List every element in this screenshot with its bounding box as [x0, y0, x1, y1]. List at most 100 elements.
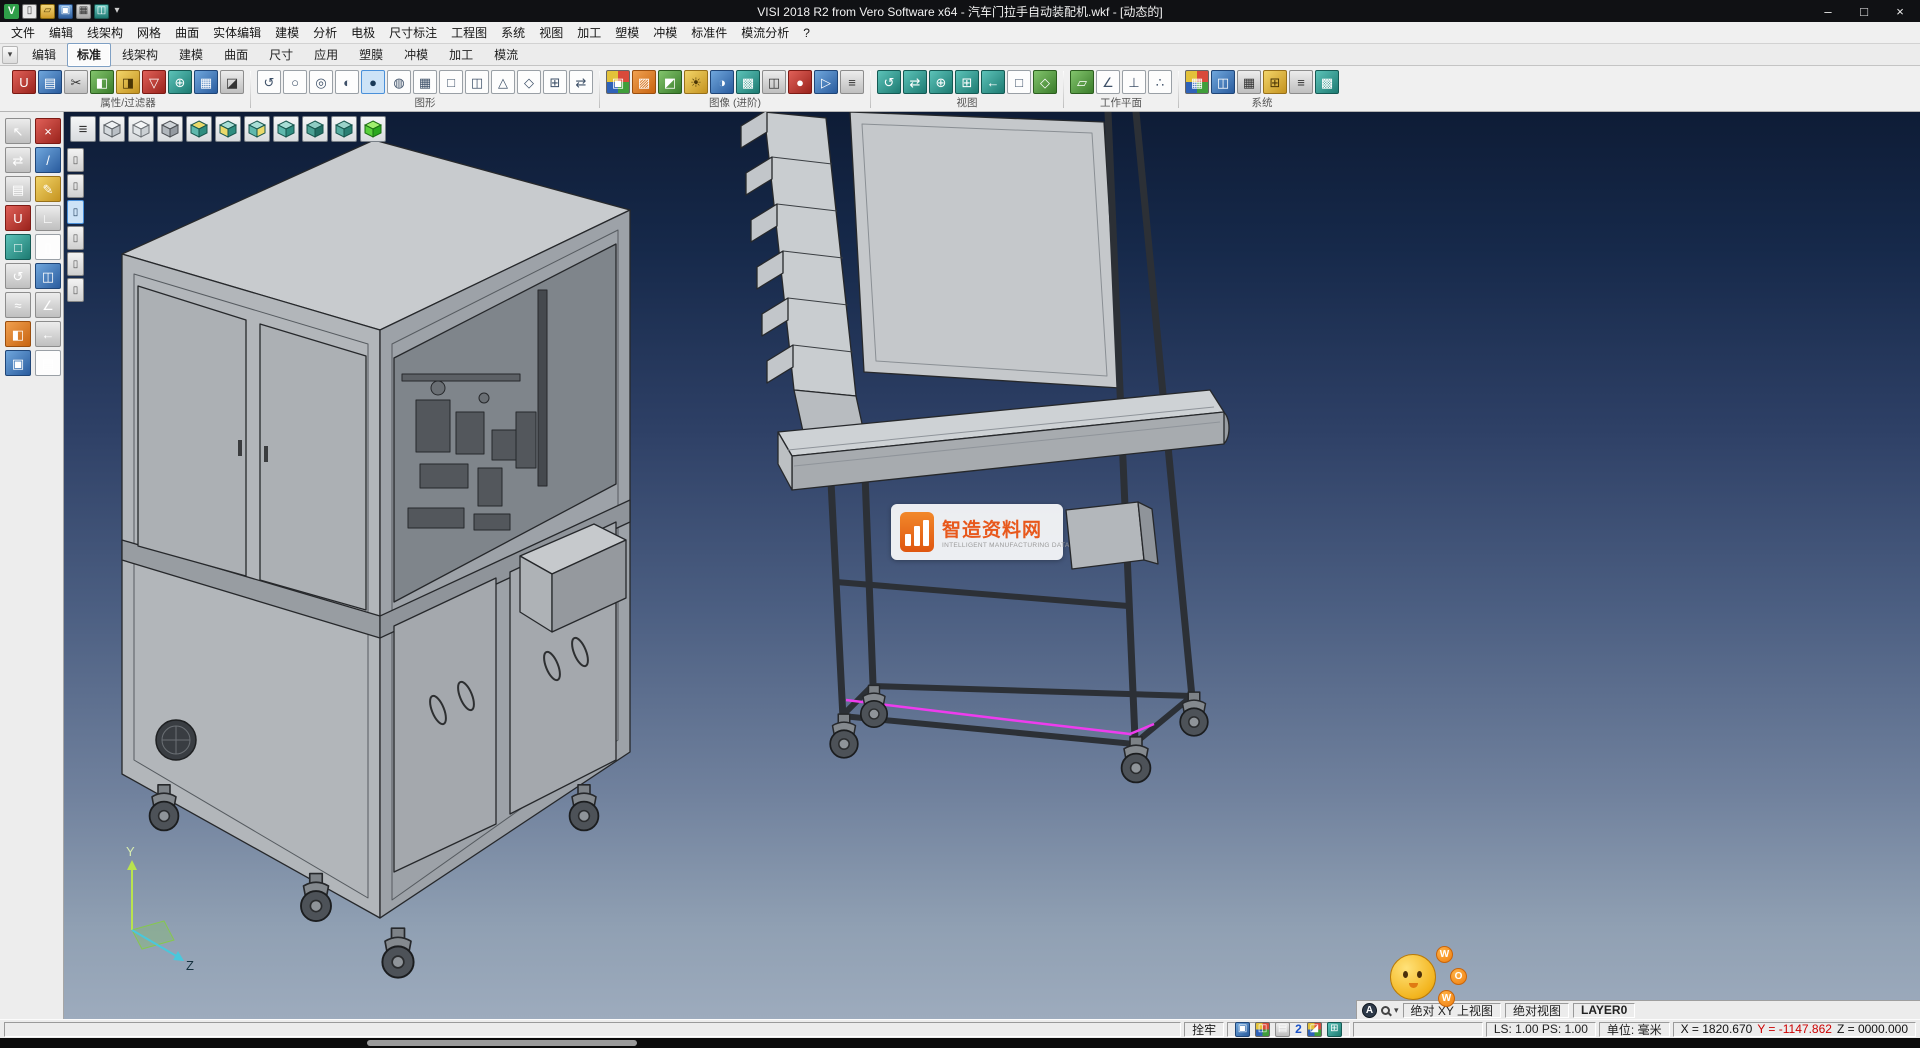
shadow-icon[interactable]: ◑: [710, 70, 734, 94]
new-file-icon[interactable]: ▯: [22, 4, 37, 19]
texture-icon[interactable]: ▨: [632, 70, 656, 94]
mesh-display-icon[interactable]: ▦: [413, 70, 437, 94]
menu-item-help[interactable]: ?: [796, 24, 817, 42]
image-options-icon[interactable]: ≡: [840, 70, 864, 94]
save-status-icon[interactable]: ▣: [1235, 1022, 1250, 1037]
system-colors-icon[interactable]: ▦: [1185, 70, 1209, 94]
machine-enclosure[interactable]: [122, 140, 630, 978]
filter-funnel-icon[interactable]: ▽: [142, 70, 166, 94]
material-cube-icon[interactable]: ◪: [1307, 1022, 1322, 1037]
minimize-button[interactable]: –: [1810, 0, 1846, 22]
menu-item-mold[interactable]: 塑模: [608, 22, 646, 43]
strip-button-5[interactable]: ▯: [67, 252, 84, 276]
view-selector[interactable]: 绝对视图: [1505, 1003, 1569, 1018]
menu-item-standard-parts[interactable]: 标准件: [684, 22, 734, 43]
save-model-icon[interactable]: ▣: [5, 350, 31, 376]
shaded-display-icon[interactable]: ◐: [335, 70, 359, 94]
view-iso-cube-button[interactable]: [360, 116, 386, 142]
strip-button-2[interactable]: ▯: [67, 174, 84, 198]
menu-item-machining[interactable]: 加工: [570, 22, 608, 43]
view-bottom-cube-button[interactable]: [331, 116, 357, 142]
tab-flow[interactable]: 模流: [484, 43, 528, 67]
system-calculator-icon[interactable]: ⊞: [1263, 70, 1287, 94]
tab-dimension[interactable]: 尺寸: [259, 43, 303, 67]
maximize-button[interactable]: □: [1846, 0, 1882, 22]
menu-item-analysis[interactable]: 分析: [306, 22, 344, 43]
shaded-cube-button[interactable]: [128, 116, 154, 142]
menu-item-drawing[interactable]: 工程图: [444, 22, 494, 43]
view-front-cube-button[interactable]: [215, 116, 241, 142]
help-counter[interactable]: 2: [1295, 1022, 1302, 1036]
section-display-icon[interactable]: ◫: [465, 70, 489, 94]
layer-filter-icon[interactable]: ▤: [38, 70, 62, 94]
view-back-cube-button[interactable]: [302, 116, 328, 142]
tab-mold[interactable]: 塑膜: [349, 43, 393, 67]
taskbar-segment[interactable]: [367, 1040, 637, 1046]
box-3d-icon[interactable]: □: [5, 234, 31, 260]
tab-apply[interactable]: 应用: [304, 43, 348, 67]
delete-icon[interactable]: ×: [35, 118, 61, 144]
workplane-angle-icon[interactable]: ∠: [1096, 70, 1120, 94]
system-matrix-icon[interactable]: ▩: [1315, 70, 1339, 94]
menu-item-electrode[interactable]: 电极: [344, 22, 382, 43]
paint-icon[interactable]: ◧: [5, 321, 31, 347]
assembly-cart[interactable]: [741, 112, 1229, 782]
move-icon[interactable]: ⇄: [5, 147, 31, 173]
menu-item-mesh[interactable]: 网格: [130, 22, 168, 43]
view-front-icon[interactable]: □: [1007, 70, 1031, 94]
menu-item-file[interactable]: 文件: [4, 22, 42, 43]
view-right-cube-button[interactable]: [244, 116, 270, 142]
menu-item-die[interactable]: 冲模: [646, 22, 684, 43]
tab-edit[interactable]: 编辑: [22, 43, 66, 67]
menu-item-view[interactable]: 视图: [532, 22, 570, 43]
view-top-cube-button[interactable]: [186, 116, 212, 142]
workplane-3points-icon[interactable]: ∴: [1148, 70, 1172, 94]
view-iso-icon[interactable]: ◇: [1033, 70, 1057, 94]
view-rotate-icon[interactable]: ↺: [877, 70, 901, 94]
assistant-badge[interactable]: A: [1362, 1003, 1377, 1018]
gray-cube-button[interactable]: [157, 116, 183, 142]
hidden-line-display-icon[interactable]: ◎: [309, 70, 333, 94]
print-preview-icon[interactable]: ◫: [94, 4, 109, 19]
refresh-view-icon[interactable]: ↺: [257, 70, 281, 94]
page-icon[interactable]: ▯: [35, 234, 61, 260]
camera-icon[interactable]: ◫: [762, 70, 786, 94]
view-previous-icon[interactable]: ←: [981, 70, 1005, 94]
strip-button-1[interactable]: ▯: [67, 148, 84, 172]
menu-item-surface[interactable]: 曲面: [168, 22, 206, 43]
tab-standard[interactable]: 标准: [67, 43, 111, 67]
undo-icon[interactable]: ←: [35, 321, 61, 347]
clipboard-icon[interactable]: ▤: [5, 176, 31, 202]
wireframe-cube-button[interactable]: [99, 116, 125, 142]
animation-icon[interactable]: ▷: [814, 70, 838, 94]
translucent-display-icon[interactable]: ◍: [387, 70, 411, 94]
menu-item-edit[interactable]: 编辑: [42, 22, 80, 43]
system-monitor-icon[interactable]: ◫: [1211, 70, 1235, 94]
attributes-icon[interactable]: ◨: [116, 70, 140, 94]
measure-icon[interactable]: ∟: [35, 205, 61, 231]
strip-button-3[interactable]: ▯: [67, 200, 84, 224]
system-snap-icon[interactable]: ▦: [1237, 70, 1261, 94]
system-settings-icon[interactable]: ≡: [1289, 70, 1313, 94]
lighting-icon[interactable]: ☀: [684, 70, 708, 94]
clipboard-status-icon[interactable]: ▤: [1275, 1022, 1290, 1037]
solid-shaded-display-icon[interactable]: ●: [361, 70, 385, 94]
save-file-icon[interactable]: ▣: [58, 4, 73, 19]
normals-display-icon[interactable]: △: [491, 70, 515, 94]
wireframe-display-icon[interactable]: ○: [283, 70, 307, 94]
view-fit-icon[interactable]: ⊞: [955, 70, 979, 94]
material-icon[interactable]: ◩: [658, 70, 682, 94]
pin-toggle[interactable]: 拴牢: [1184, 1022, 1224, 1037]
workplane-normal-icon[interactable]: ⊥: [1122, 70, 1146, 94]
edge-display-icon[interactable]: □: [439, 70, 463, 94]
notes-icon[interactable]: ▤: [35, 350, 61, 376]
view-menu-button[interactable]: ≡: [70, 116, 96, 142]
view-left-cube-button[interactable]: [273, 116, 299, 142]
scissors-icon[interactable]: ✂: [64, 70, 88, 94]
pencil-icon[interactable]: ✎: [35, 176, 61, 202]
clean-icon[interactable]: ◪: [220, 70, 244, 94]
open-file-icon[interactable]: ▱: [40, 4, 55, 19]
color-filter-icon[interactable]: ◧: [90, 70, 114, 94]
sketch-icon[interactable]: /: [35, 147, 61, 173]
angle-icon[interactable]: ∠: [35, 292, 61, 318]
